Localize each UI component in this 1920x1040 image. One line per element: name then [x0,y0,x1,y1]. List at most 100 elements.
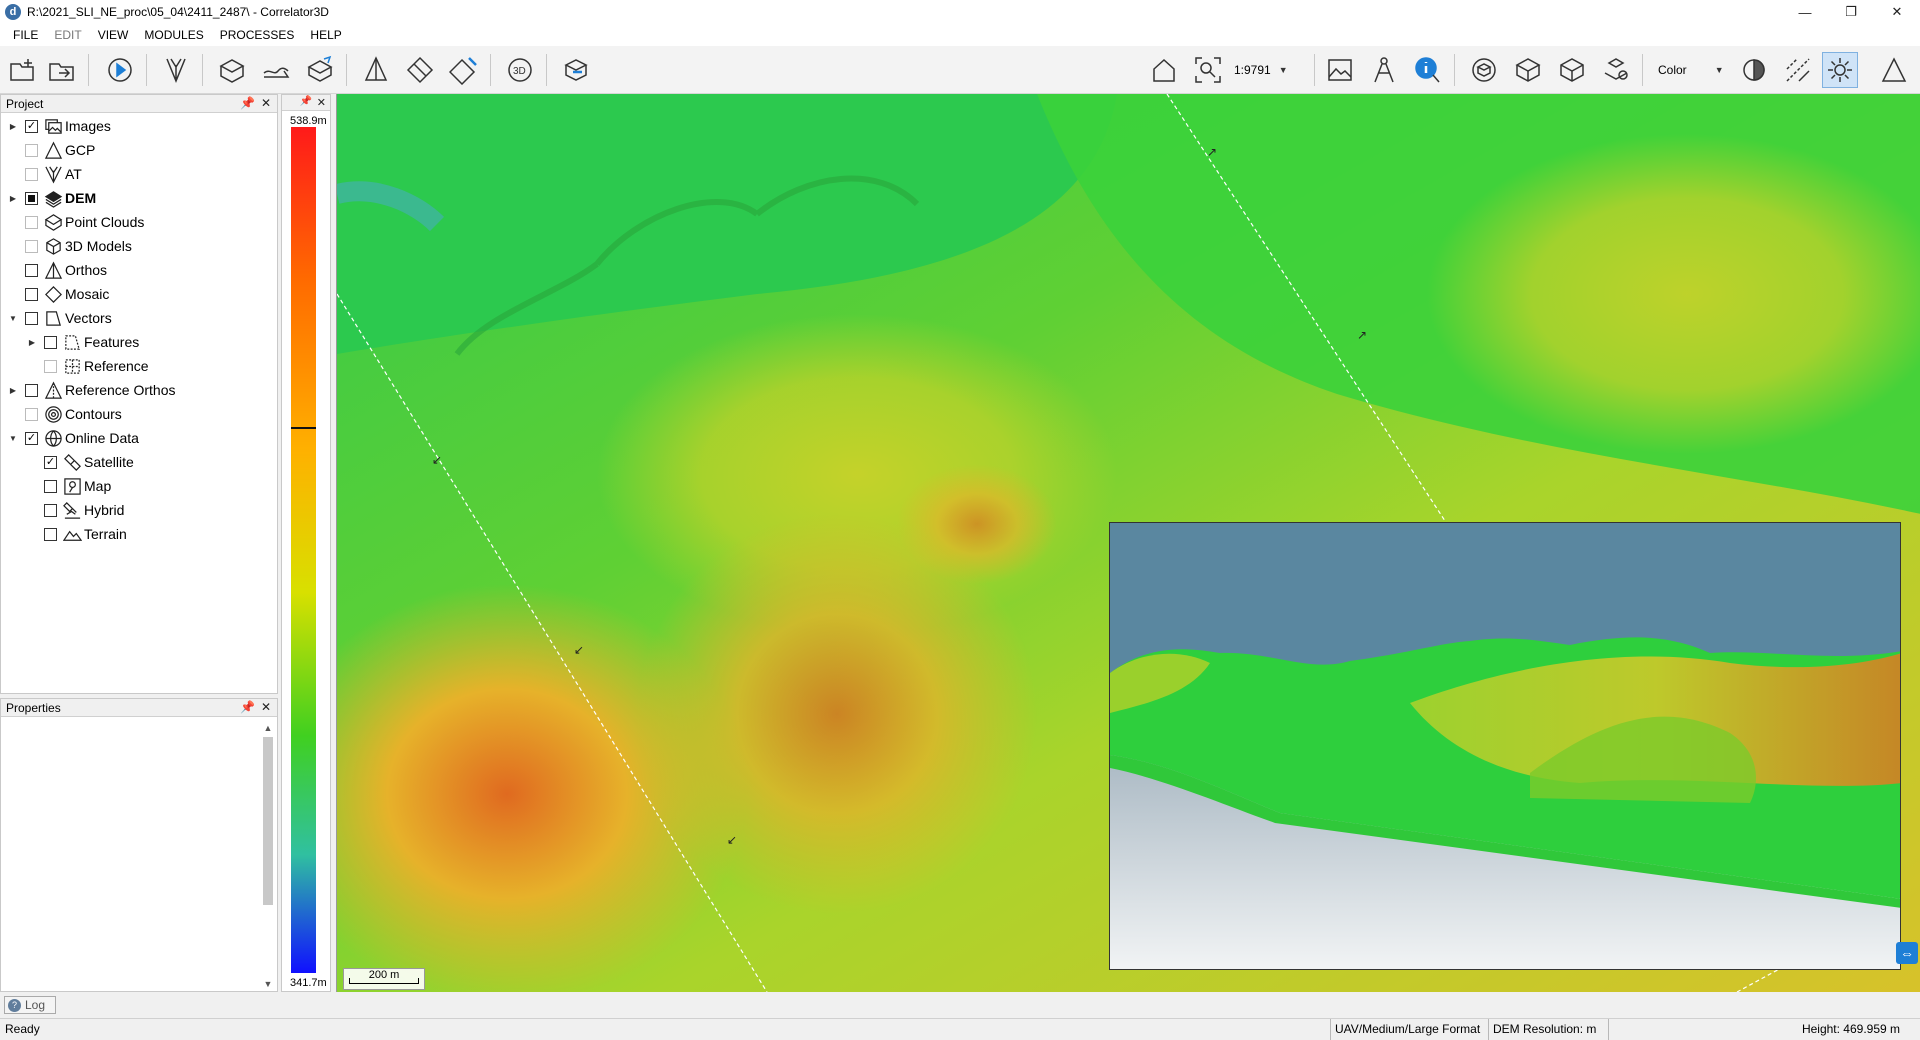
scroll-up-icon[interactable]: ▲ [261,723,275,733]
minimize-button[interactable]: — [1782,0,1828,24]
expand-icon[interactable]: ▶ [7,386,19,395]
collapse-icon[interactable]: ▼ [7,314,19,323]
tree-checkbox-satellite[interactable]: ✓ [44,455,57,469]
reference-orthos-icon [43,380,63,400]
properties-panel-header: Properties 📌 ✕ [1,699,277,717]
orbit-view-icon[interactable] [1466,52,1502,88]
export-icon[interactable] [558,52,594,88]
tree-item-features[interactable]: ▶ Features [26,331,139,353]
tree-checkbox-orthos[interactable] [25,263,38,277]
close-icon[interactable]: ✕ [261,700,271,714]
tree-checkbox-mosaic[interactable] [25,287,38,301]
scroll-down-icon[interactable]: ▼ [261,979,275,989]
tree-item-point-clouds[interactable]: Point Clouds [7,211,144,233]
expand-icon[interactable]: ▶ [7,194,19,203]
tree-checkbox-3d-models[interactable] [25,239,38,253]
tree-item-vectors[interactable]: ▼ Vectors [7,307,112,329]
tree-checkbox-contours[interactable] [25,407,38,421]
slope-tool-icon[interactable] [1780,52,1816,88]
tree-checkbox-reference[interactable] [44,359,57,373]
dem-surface-icon[interactable] [258,52,294,88]
info-tool-icon[interactable] [1410,52,1446,88]
wireframe-view-icon[interactable] [1554,52,1590,88]
tree-checkbox-dem[interactable] [25,191,38,205]
tree-checkbox-terrain[interactable] [44,527,57,541]
tree-item-contours[interactable]: Contours [7,403,122,425]
pin-icon[interactable]: 📌 [300,96,312,107]
scale-combo[interactable]: 1:9791 ▼ [1234,58,1306,82]
display-mode-combo[interactable]: Color ▼ [1658,58,1730,82]
tree-item-terrain[interactable]: Terrain [26,523,127,545]
tree-checkbox-features[interactable] [44,335,57,349]
layer-settings-icon[interactable] [1598,52,1634,88]
open-project-icon[interactable] [44,52,80,88]
tree-item-images[interactable]: ▶ ✓ Images [7,115,111,137]
ortho-icon[interactable] [358,52,394,88]
delta-icon[interactable] [1876,52,1912,88]
tree-checkbox-point-clouds[interactable] [25,215,38,229]
box-view-icon[interactable] [1510,52,1546,88]
tree-item-reference-orthos[interactable]: ▶ Reference Orthos [7,379,176,401]
3d-terrain-canvas[interactable] [1110,523,1901,970]
image-view-icon[interactable] [1322,52,1358,88]
dem-edit-icon[interactable] [302,52,338,88]
tree-item-3d-models[interactable]: 3D Models [7,235,132,257]
menu-view[interactable]: VIEW [90,24,137,46]
menu-processes[interactable]: PROCESSES [212,24,303,46]
tree-item-online-data[interactable]: ▼ ✓ Online Data [7,427,139,449]
mosaic-icon[interactable] [402,52,438,88]
restore-button[interactable]: ❐ [1828,0,1874,24]
scroll-thumb[interactable] [263,737,273,905]
tree-item-at[interactable]: AT [7,163,82,185]
tree-item-satellite[interactable]: ✓ Satellite [26,451,134,473]
tree-item-label: GCP [65,142,96,158]
navigation-toggle-icon[interactable]: ⇔ [1896,942,1918,964]
3d-preview-inset[interactable] [1109,522,1901,970]
tree-item-gcp[interactable]: GCP [7,139,95,161]
zoom-extent-icon[interactable] [1190,52,1226,88]
properties-scrollbar[interactable]: ▲ ▼ [261,723,275,989]
close-button[interactable]: ✕ [1874,0,1920,24]
menu-edit[interactable]: EDIT [46,24,89,46]
tree-item-map[interactable]: Map [26,475,111,497]
tree-item-dem[interactable]: ▶ DEM [7,187,96,209]
close-icon[interactable]: ✕ [261,96,271,110]
new-project-icon[interactable] [4,52,40,88]
tree-checkbox-vectors[interactable] [25,311,38,325]
seamline-edit-icon[interactable] [446,52,482,88]
tree-checkbox-reference-orthos[interactable] [25,383,38,397]
tree-checkbox-map[interactable] [44,479,57,493]
hybrid-icon [62,500,82,520]
collapse-icon[interactable]: ▼ [7,434,19,443]
menu-help[interactable]: HELP [302,24,349,46]
window-title: R:\2021_SLI_NE_proc\05_04\2411_2487\ - C… [27,5,329,19]
dense-matching-icon[interactable] [214,52,250,88]
features-icon [62,332,82,352]
run-process-icon[interactable] [102,52,138,88]
tree-checkbox-images[interactable]: ✓ [25,119,38,133]
expand-icon[interactable]: ▶ [7,122,19,131]
shading-icon[interactable] [1736,52,1772,88]
menu-file[interactable]: FILE [5,24,46,46]
menu-modules[interactable]: MODULES [136,24,211,46]
measure-tool-icon[interactable] [1366,52,1402,88]
tree-item-reference[interactable]: Reference [26,355,149,377]
tree-checkbox-online-data[interactable]: ✓ [25,431,38,445]
tree-item-orthos[interactable]: Orthos [7,259,107,281]
settings-gear-icon[interactable] [1822,52,1858,88]
tree-item-mosaic[interactable]: Mosaic [7,283,109,305]
pin-icon[interactable]: 📌 [240,700,255,714]
log-tab[interactable]: ? Log [4,996,56,1014]
close-icon[interactable]: ✕ [317,96,326,109]
tree-checkbox-at[interactable] [25,167,38,181]
dem-viewport[interactable]: ↙ ↙ ↙ ↗ ↗ 200 m ⇔ [336,94,1920,992]
view-3d-icon[interactable]: 3D [502,52,538,88]
tree-item-hybrid[interactable]: Hybrid [26,499,124,521]
tree-checkbox-hybrid[interactable] [44,503,57,517]
aerial-triangulation-icon[interactable] [158,52,194,88]
expand-icon[interactable]: ▶ [26,338,38,347]
home-view-icon[interactable] [1146,52,1182,88]
pin-icon[interactable]: 📌 [240,96,255,110]
tree-checkbox-gcp[interactable] [25,143,38,157]
elevation-color-ramp [291,127,316,973]
